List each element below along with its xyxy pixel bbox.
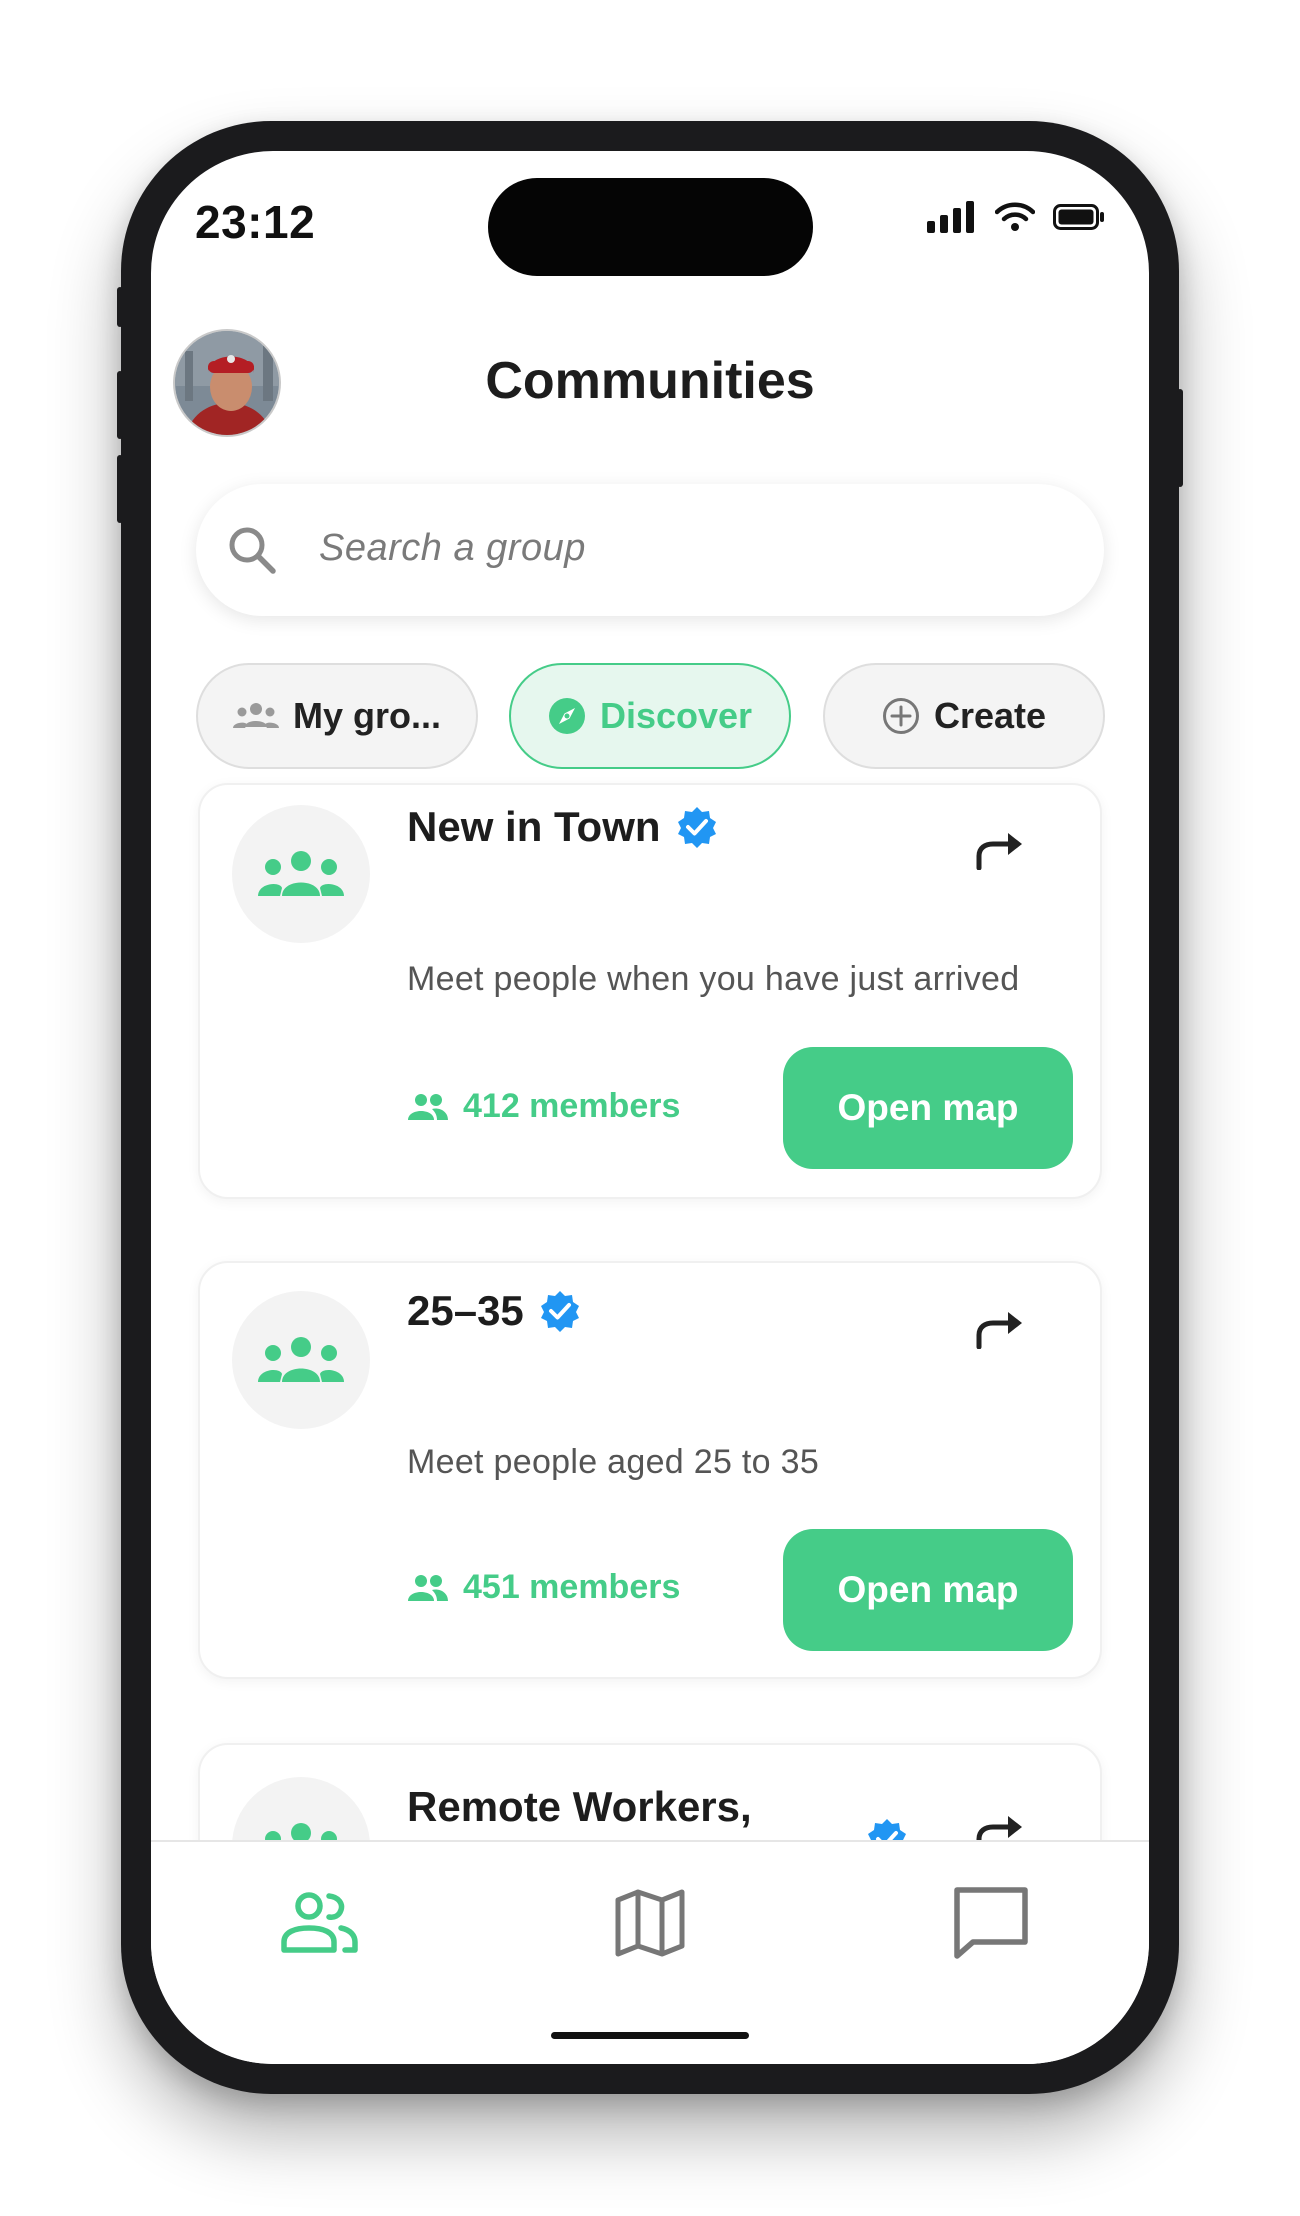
status-time: 23:12 bbox=[195, 196, 316, 248]
communities-icon[interactable] bbox=[279, 1892, 359, 1954]
compass-icon bbox=[548, 698, 585, 734]
verified-badge-icon bbox=[540, 1291, 579, 1332]
group-card[interactable]: 25–35 Meet people aged 25 to 35 451 memb… bbox=[198, 1261, 1102, 1679]
group-title: New in Town bbox=[407, 803, 719, 851]
open-map-button[interactable]: Open map bbox=[783, 1047, 1073, 1169]
share-icon[interactable] bbox=[975, 830, 1027, 870]
member-count-text: 412 members bbox=[463, 1087, 681, 1125]
battery-icon bbox=[1053, 204, 1104, 230]
open-map-button[interactable]: Open map bbox=[783, 1529, 1073, 1651]
share-icon[interactable] bbox=[975, 1309, 1027, 1349]
power-button bbox=[1177, 389, 1183, 487]
volume-up-button bbox=[117, 371, 123, 439]
member-count: 412 members bbox=[407, 1087, 680, 1126]
tab-create-label: Create bbox=[933, 695, 1047, 736]
group-name: Remote Workers, bbox=[407, 1783, 752, 1830]
member-count: 451 members bbox=[407, 1568, 680, 1607]
search-icon bbox=[229, 527, 276, 574]
group-name: New in Town bbox=[407, 803, 661, 850]
screen: 23:12 Communities Search a group My gro.… bbox=[151, 151, 1149, 2064]
member-count-text: 451 members bbox=[463, 1568, 681, 1606]
tab-discover[interactable]: Discover bbox=[509, 663, 791, 769]
tab-my-groups[interactable]: My gro... bbox=[196, 663, 478, 769]
group-icon bbox=[258, 851, 344, 896]
tab-my-groups-label: My gro... bbox=[292, 695, 441, 736]
dynamic-island bbox=[488, 178, 813, 276]
tab-create[interactable]: Create bbox=[823, 663, 1105, 769]
phone-frame: 23:12 Communities Search a group My gro.… bbox=[117, 121, 1183, 2094]
group-description: Meet people aged 25 to 35 bbox=[407, 1443, 820, 1481]
members-icon bbox=[408, 1574, 448, 1601]
search-input[interactable]: Search a group bbox=[196, 484, 1104, 616]
group-icon bbox=[258, 1337, 344, 1382]
home-indicator bbox=[551, 2032, 749, 2039]
status-icons bbox=[927, 201, 1105, 233]
action-button bbox=[117, 287, 123, 327]
bottom-nav bbox=[151, 1840, 1149, 2064]
volume-down-button bbox=[117, 455, 123, 523]
group-avatar bbox=[232, 805, 370, 943]
group-avatar bbox=[232, 1291, 370, 1429]
wifi-icon bbox=[995, 202, 1035, 231]
group-icon bbox=[232, 703, 279, 728]
group-name: 25–35 bbox=[407, 1287, 524, 1334]
group-title: Remote Workers, bbox=[407, 1783, 752, 1831]
signal-icon bbox=[927, 201, 974, 233]
group-card[interactable]: New in Town Meet people when you have ju… bbox=[198, 783, 1102, 1199]
search-placeholder: Search a group bbox=[319, 527, 586, 569]
plus-circle-icon bbox=[882, 698, 919, 734]
tab-discover-label: Discover bbox=[599, 695, 753, 736]
members-icon bbox=[408, 1093, 448, 1120]
group-description: Meet people when you have just arrived bbox=[407, 960, 1020, 998]
verified-badge-icon bbox=[677, 807, 716, 848]
chat-icon[interactable] bbox=[951, 1884, 1031, 1960]
map-icon[interactable] bbox=[614, 1888, 686, 1958]
group-title: 25–35 bbox=[407, 1287, 582, 1335]
page-title: Communities bbox=[485, 352, 815, 410]
